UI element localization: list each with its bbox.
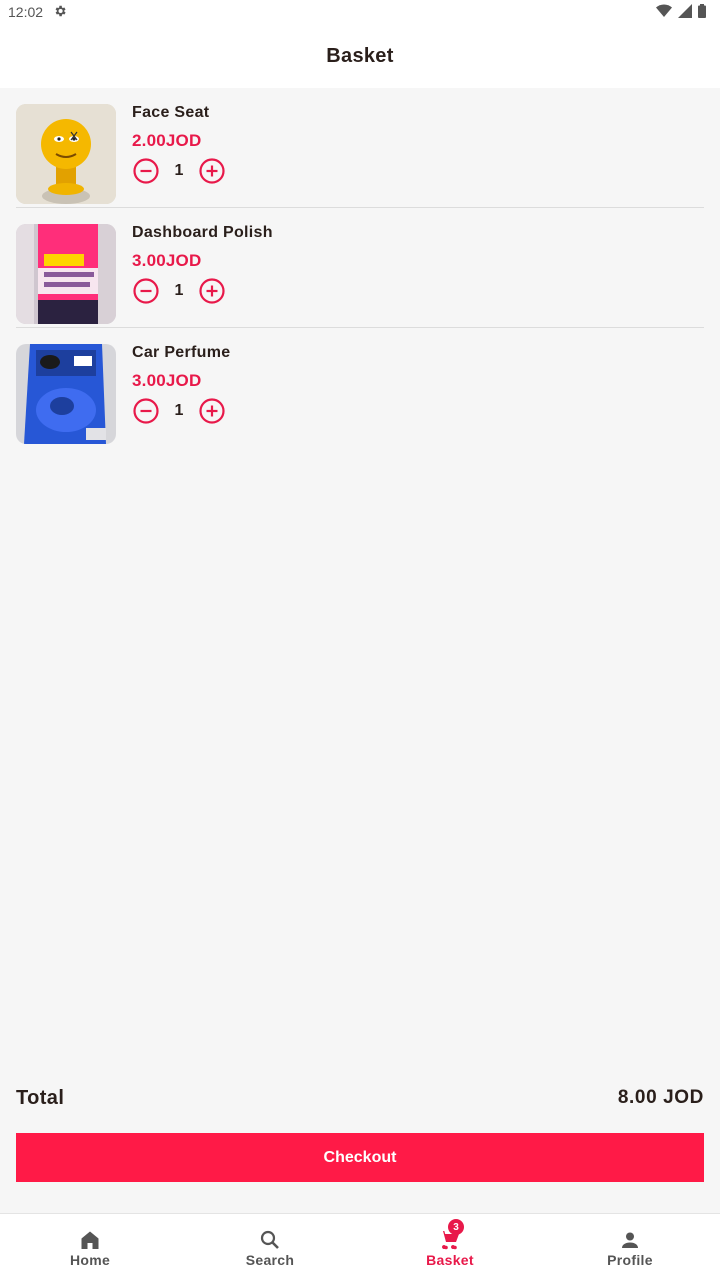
total-value: 8.00 JOD <box>617 1087 704 1108</box>
quantity-value: 1 <box>174 162 184 179</box>
minus-circle-icon[interactable] <box>132 157 160 185</box>
total-label: Total <box>16 1086 65 1109</box>
cart-count-badge: 3 <box>448 1219 464 1235</box>
nav-item-home[interactable]: Home <box>0 1214 180 1280</box>
nav-label: Home <box>69 1252 111 1268</box>
search-icon <box>258 1228 282 1252</box>
product-name: Face Seat <box>132 104 210 121</box>
checkout-button[interactable]: Checkout <box>16 1133 704 1182</box>
basket-item[interactable]: Dashboard Polish 3.00JOD 1 <box>16 208 704 328</box>
basket-item[interactable]: Face Seat 2.00JOD 1 <box>16 88 704 208</box>
home-icon <box>78 1228 102 1252</box>
quantity-value: 1 <box>174 282 184 299</box>
basket-list: Face Seat 2.00JOD 1 Dashboard Polish 3.0… <box>0 88 720 448</box>
wifi-icon <box>656 4 672 21</box>
product-name: Dashboard Polish <box>132 224 273 241</box>
nav-item-search[interactable]: Search <box>180 1214 360 1280</box>
product-price: 2.00JOD <box>132 131 202 150</box>
nav-item-profile[interactable]: Profile <box>540 1214 720 1280</box>
basket-item[interactable]: Car Perfume 3.00JOD 1 <box>16 328 704 448</box>
product-name: Car Perfume <box>132 344 231 361</box>
nav-item-basket[interactable]: 3 Basket <box>360 1214 540 1280</box>
bottom-nav: Home Search 3 Basket Profile <box>0 1213 720 1280</box>
battery-icon <box>698 4 706 21</box>
product-price: 3.00JOD <box>132 251 202 270</box>
plus-circle-icon[interactable] <box>198 157 226 185</box>
plus-circle-icon[interactable] <box>198 397 226 425</box>
quantity-stepper: 1 <box>132 277 226 305</box>
nav-label: Profile <box>607 1252 653 1268</box>
person-icon <box>618 1228 642 1252</box>
quantity-stepper: 1 <box>132 157 226 185</box>
product-image <box>16 344 116 444</box>
signal-icon <box>678 4 692 21</box>
status-time: 12:02 <box>8 4 44 20</box>
nav-label: Search <box>245 1252 295 1268</box>
page-title: Basket <box>326 44 394 67</box>
product-image <box>16 224 116 324</box>
product-image <box>16 104 116 204</box>
gear-icon <box>53 4 67 21</box>
app-bar: Basket <box>0 24 720 88</box>
nav-label: Basket <box>426 1252 474 1268</box>
plus-circle-icon[interactable] <box>198 277 226 305</box>
total-row: Total 8.00 JOD <box>16 1084 704 1112</box>
minus-circle-icon[interactable] <box>132 277 160 305</box>
quantity-value: 1 <box>174 402 184 419</box>
quantity-stepper: 1 <box>132 397 226 425</box>
product-price: 3.00JOD <box>132 371 202 390</box>
minus-circle-icon[interactable] <box>132 397 160 425</box>
status-bar: 12:02 <box>0 0 720 24</box>
